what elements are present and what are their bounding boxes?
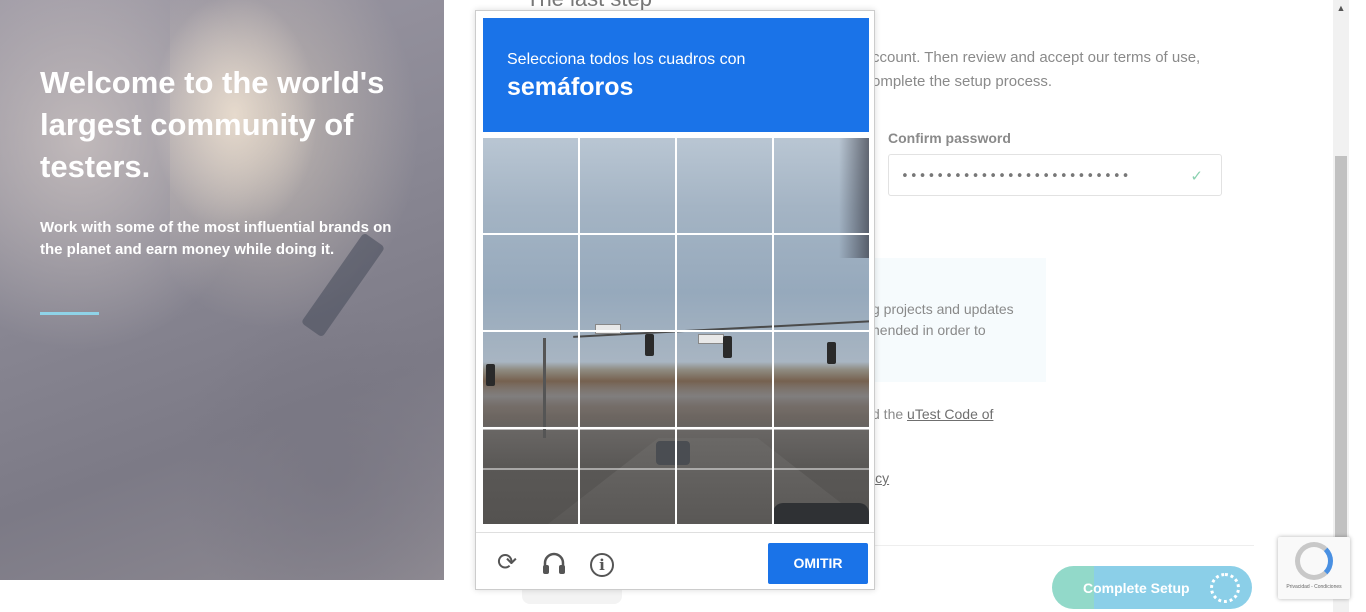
captcha-footer: ⟳ i OMITIR: [476, 532, 874, 589]
captcha-tile[interactable]: [677, 235, 773, 331]
captcha-tile[interactable]: [580, 138, 676, 234]
recaptcha-terms[interactable]: Privacidad - Condiciones: [1280, 584, 1348, 590]
hero-panel: Welcome to the world's largest community…: [0, 0, 444, 580]
confirm-password-value: ••••••••••••••••••••••••••: [901, 169, 1131, 184]
signup-page: Welcome to the world's largest community…: [0, 0, 1366, 612]
form-divider: [872, 545, 1254, 546]
captcha-tile[interactable]: [774, 138, 869, 234]
form-description-line: omplete the setup process.: [872, 73, 1053, 90]
grid-line: [483, 427, 869, 429]
captcha-tile[interactable]: [677, 429, 773, 524]
form-description: ccount. Then review and accept our terms…: [872, 46, 1242, 94]
reload-icon[interactable]: ⟳: [493, 549, 521, 577]
captcha-instruction: Selecciona todos los cuadros con: [507, 51, 746, 68]
captcha-tile[interactable]: [483, 235, 579, 331]
grid-line: [483, 233, 869, 235]
scroll-thumb[interactable]: [1335, 156, 1347, 546]
captcha-challenge: Selecciona todos los cuadros con semáfor…: [475, 10, 875, 590]
captcha-tile[interactable]: [774, 429, 869, 524]
grid-line: [483, 330, 869, 332]
captcha-tile[interactable]: [774, 332, 869, 428]
confirm-password-field[interactable]: •••••••••••••••••••••••••• ✓: [888, 154, 1222, 196]
recaptcha-badge[interactable]: Privacidad - Condiciones: [1278, 537, 1350, 599]
headphones-icon[interactable]: [540, 549, 568, 577]
hero-subtitle: Work with some of the most influential b…: [40, 219, 392, 258]
complete-setup-button[interactable]: Complete Setup: [1052, 566, 1252, 609]
complete-setup-label: Complete Setup: [1083, 580, 1190, 596]
hero-title: Welcome to the world's largest community…: [40, 65, 385, 184]
captcha-tile[interactable]: [483, 332, 579, 428]
info-text: g projects and updates nended in order t…: [872, 299, 1042, 341]
captcha-tile[interactable]: [580, 332, 676, 428]
captcha-tile[interactable]: [483, 429, 579, 524]
loading-spinner-icon: [1210, 573, 1240, 603]
scroll-up-arrow-icon[interactable]: ▲: [1333, 0, 1349, 16]
page-scrollbar[interactable]: ▲: [1333, 0, 1349, 612]
terms-agreement-prefix: d the: [872, 406, 908, 422]
headphones-icon-svg: [543, 552, 565, 574]
captcha-tile[interactable]: [580, 429, 676, 524]
info-text-line: g projects and updates: [872, 301, 1014, 317]
captcha-image-grid: [483, 138, 869, 524]
captcha-target: semáforos: [507, 73, 634, 101]
skip-button[interactable]: OMITIR: [768, 543, 868, 584]
form-description-line: ccount. Then review and accept our terms…: [872, 49, 1201, 66]
captcha-tile[interactable]: [580, 235, 676, 331]
hero-accent-line: [40, 312, 99, 315]
code-of-conduct-link[interactable]: uTest Code of: [907, 406, 993, 422]
recaptcha-logo-icon: [1295, 542, 1333, 580]
captcha-header: Selecciona todos los cuadros con semáfor…: [483, 18, 869, 132]
info-text-line: nended in order to: [872, 322, 986, 338]
captcha-tile[interactable]: [483, 138, 579, 234]
back-button[interactable]: [522, 590, 622, 604]
info-icon[interactable]: i: [588, 549, 616, 577]
captcha-tile[interactable]: [677, 138, 773, 234]
check-icon: ✓: [1190, 168, 1203, 185]
captcha-tile[interactable]: [677, 332, 773, 428]
terms-agreement: d the uTest Code of: [872, 406, 993, 422]
confirm-password-label: Confirm password: [888, 130, 1011, 146]
captcha-tile[interactable]: [774, 235, 869, 331]
